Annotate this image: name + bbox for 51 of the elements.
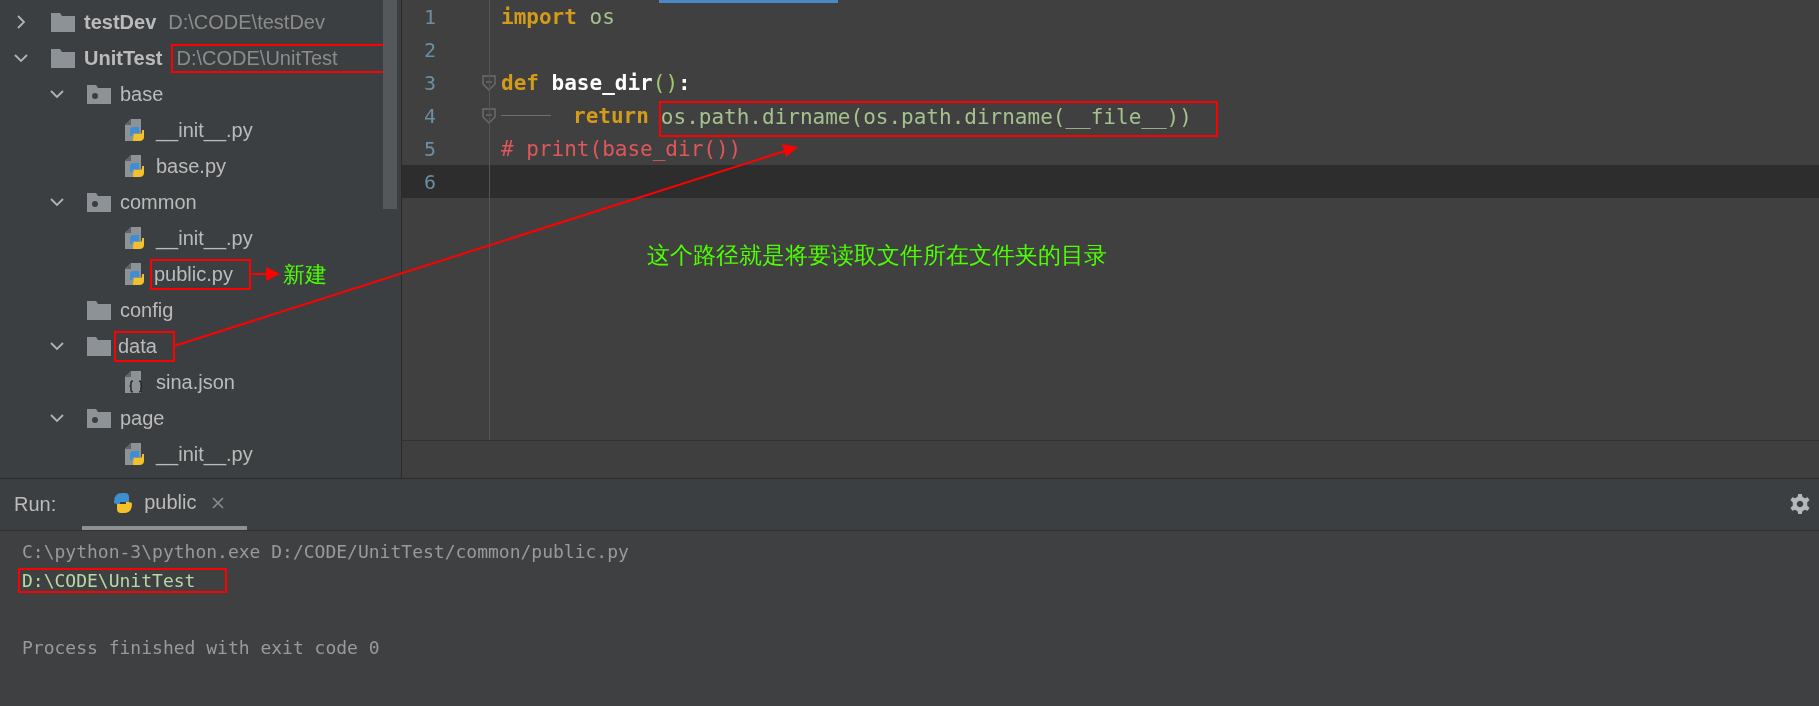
chevron-icon[interactable] bbox=[50, 195, 64, 209]
code-token: def bbox=[501, 70, 539, 95]
folder-item[interactable]: base bbox=[120, 82, 164, 106]
settings-icon[interactable] bbox=[1789, 493, 1811, 515]
code-token: # print(base_dir()) bbox=[501, 136, 742, 161]
file-item[interactable]: __init__.py bbox=[156, 118, 253, 142]
line-number: 2 bbox=[423, 37, 438, 62]
code-token: return bbox=[573, 103, 649, 128]
file-item[interactable]: __init__.py bbox=[156, 226, 253, 250]
scrollbar-thumb[interactable] bbox=[383, 0, 397, 209]
folder-icon bbox=[50, 47, 76, 69]
folder-item[interactable]: config bbox=[120, 298, 174, 322]
code-token: base_dir bbox=[550, 70, 653, 95]
line-number: 6 bbox=[423, 169, 438, 194]
chevron-icon[interactable] bbox=[14, 51, 28, 65]
annotation-label: 新建 bbox=[283, 261, 327, 289]
code-token: () bbox=[652, 70, 679, 95]
folder-item[interactable]: page bbox=[120, 406, 165, 430]
annotation-note: 这个路径就是将要读取文件所在文件夹的目录 bbox=[647, 241, 1107, 270]
code-token: os bbox=[588, 4, 615, 29]
chevron-icon[interactable] bbox=[50, 87, 64, 101]
tab-marker bbox=[501, 115, 551, 116]
package-folder-icon bbox=[86, 191, 112, 213]
folder-icon bbox=[50, 11, 76, 33]
chevron-icon[interactable] bbox=[50, 411, 64, 425]
chevron-icon[interactable] bbox=[14, 15, 28, 29]
run-label: Run: bbox=[14, 493, 57, 516]
project-name[interactable]: testDev bbox=[84, 10, 157, 34]
file-item[interactable]: base.py bbox=[156, 154, 227, 178]
line-number: 3 bbox=[423, 70, 438, 95]
folder-item[interactable]: common bbox=[120, 190, 197, 214]
line-number: 5 bbox=[423, 136, 438, 161]
folder-icon bbox=[86, 299, 112, 321]
package-folder-icon bbox=[86, 83, 112, 105]
file-item[interactable]: sina.json bbox=[156, 370, 235, 394]
project-path: D:\CODE\testDev bbox=[167, 9, 326, 35]
console-line: C:\python-3\python.exe D:/CODE/UnitTest/common/public.py bbox=[22, 541, 629, 562]
code-token: : bbox=[678, 70, 691, 95]
console-line: Process finished with exit code 0 bbox=[22, 637, 380, 658]
file-item[interactable]: public.py bbox=[150, 258, 251, 290]
file-item[interactable]: __init__.py bbox=[156, 442, 253, 466]
line-number: 1 bbox=[423, 4, 438, 29]
package-folder-icon bbox=[86, 407, 112, 429]
close-icon[interactable] bbox=[210, 495, 225, 510]
code-token: import bbox=[501, 4, 577, 29]
line-number: 4 bbox=[423, 103, 438, 128]
code-token: os.path.dirname(os.path.dirname(__file__)) bbox=[658, 100, 1218, 137]
folder-icon bbox=[86, 335, 112, 357]
chevron-icon[interactable] bbox=[50, 339, 64, 353]
project-name[interactable]: UnitTest bbox=[84, 46, 163, 70]
folder-item[interactable]: data bbox=[114, 330, 175, 362]
